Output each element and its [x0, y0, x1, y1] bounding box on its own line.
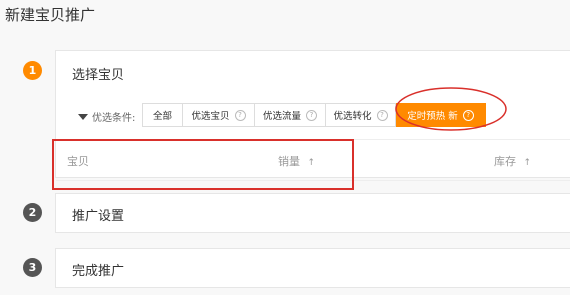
- step-2-title: 推广设置: [72, 209, 125, 224]
- filter-tab-best-traffic[interactable]: 优选流量 ?: [255, 103, 326, 127]
- filter-label-text: 优选条件:: [92, 113, 136, 124]
- step-1-number: 1: [23, 61, 42, 80]
- help-icon[interactable]: ?: [306, 109, 317, 121]
- help-icon[interactable]: ?: [234, 109, 246, 121]
- page-title: 新建宝贝推广: [5, 6, 96, 24]
- filter-tab-best-items-label: 优选宝贝: [191, 111, 230, 122]
- filter-tab-best-conversion-label: 优选转化: [333, 111, 372, 122]
- column-item[interactable]: 宝贝: [67, 153, 89, 169]
- step-3-number: 3: [23, 258, 42, 277]
- step-1-title: 选择宝贝: [72, 68, 125, 83]
- filter-tab-all[interactable]: 全部: [142, 103, 183, 127]
- step-2-number: 2: [23, 203, 42, 222]
- column-stock[interactable]: 库存 ↑: [494, 153, 531, 169]
- filter-tab-scheduled-preheat-label: 定时预热 新: [407, 111, 458, 122]
- filter-tab-scheduled-preheat[interactable]: 定时预热 新 ?: [396, 103, 486, 127]
- sort-arrow-icon: ↑: [523, 158, 532, 168]
- filter-label: 优选条件:: [78, 109, 135, 124]
- filter-tab-best-items[interactable]: 优选宝贝 ?: [183, 103, 255, 127]
- sort-arrow-icon: ↑: [307, 158, 316, 168]
- step-3-title: 完成推广: [72, 264, 125, 279]
- table-header: 宝贝 销量 ↑ 库存 ↑: [56, 139, 570, 181]
- filter-tabs: 全部 优选宝贝 ? 优选流量 ? 优选转化 ? 定时预热 新 ?: [142, 103, 486, 127]
- filter-tab-best-conversion[interactable]: 优选转化 ?: [326, 103, 396, 127]
- column-sales-label: 销量: [278, 155, 300, 168]
- step-2-card: 推广设置: [55, 193, 570, 233]
- help-icon[interactable]: ?: [462, 109, 474, 121]
- step-3-card: 完成推广: [55, 248, 570, 288]
- step-1-card: 选择宝贝 优选条件: 全部 优选宝贝 ? 优选流量 ? 优选转化 ? 定时预热 …: [55, 50, 570, 181]
- filter-tab-best-traffic-label: 优选流量: [262, 111, 301, 122]
- column-stock-label: 库存: [494, 155, 516, 168]
- column-sales[interactable]: 销量 ↑: [278, 153, 315, 169]
- help-icon[interactable]: ?: [376, 109, 388, 121]
- filter-tab-all-label: 全部: [152, 111, 172, 122]
- funnel-icon: [78, 113, 88, 120]
- column-item-label: 宝贝: [67, 155, 89, 168]
